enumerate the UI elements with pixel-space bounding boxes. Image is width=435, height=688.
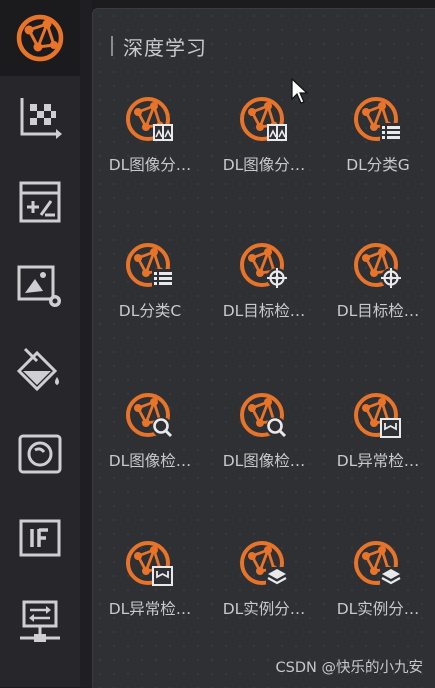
mouse-cursor-icon — [291, 78, 309, 104]
watermark: CSDN @快乐的小九安 — [275, 660, 423, 676]
tool-tile[interactable]: DL图像检… — [93, 391, 207, 511]
rail-paint-bucket[interactable] — [0, 332, 80, 408]
rail-camera[interactable] — [0, 416, 80, 492]
tool-tile-label: DL实例分… — [222, 600, 306, 618]
image-settings-icon — [17, 265, 61, 307]
rail-deep-learning[interactable] — [0, 0, 80, 76]
tool-tile-label: DL分类C — [118, 302, 182, 320]
calculator-icon — [19, 181, 61, 223]
tool-tile[interactable]: DL分类C — [93, 241, 207, 361]
image-deep-learning-icon — [126, 97, 173, 141]
tool-tile[interactable]: DL目标检… — [207, 241, 321, 361]
tool-tile-label: DL异常检… — [336, 452, 420, 470]
tool-tile-label: DL图像检… — [222, 452, 306, 470]
tool-rail — [0, 0, 80, 687]
tool-tile-label: DL图像分… — [222, 156, 306, 174]
layers-deep-learning-icon — [240, 541, 288, 585]
tool-tile-label: DL异常检… — [108, 600, 192, 618]
rail-network-switch[interactable] — [0, 584, 80, 660]
tool-tile-label: DL图像分… — [108, 156, 192, 174]
camera-icon — [18, 434, 62, 474]
if-condition-icon — [19, 519, 61, 557]
tool-tile[interactable]: DL图像分… — [207, 95, 321, 215]
target-deep-learning-icon — [240, 243, 287, 288]
tool-tile[interactable]: DL分类G — [321, 95, 435, 215]
network-switch-icon — [20, 600, 60, 642]
tool-tile[interactable]: DL异常检… — [321, 391, 435, 511]
paint-bucket-icon — [16, 347, 59, 392]
deep-learning-icon — [16, 14, 64, 62]
rail-calculator[interactable] — [0, 164, 80, 240]
header-accent-bar — [111, 36, 113, 56]
search-deep-learning-icon — [240, 393, 287, 438]
panel-header: 深度学习 — [111, 31, 207, 61]
search-deep-learning-icon — [126, 393, 173, 438]
list-deep-learning-icon — [354, 97, 402, 141]
tool-tile-label: DL实例分… — [336, 600, 420, 618]
tool-tile-label: DL目标检… — [336, 302, 420, 320]
rail-scatter-matrix[interactable] — [0, 80, 80, 156]
tool-tile[interactable]: DL实例分… — [321, 539, 435, 659]
tool-tile[interactable]: DL异常检… — [93, 539, 207, 659]
anomaly-deep-learning-icon — [354, 393, 401, 438]
tool-tile[interactable]: DL图像分… — [93, 95, 207, 215]
panel-title: 深度学习 — [123, 35, 207, 60]
tool-tile[interactable]: DL实例分… — [207, 539, 321, 659]
list-deep-learning-icon — [126, 243, 174, 287]
layers-deep-learning-icon — [354, 541, 402, 585]
tool-tile[interactable]: DL图像检… — [207, 391, 321, 511]
tool-tile[interactable]: DL目标检… — [321, 241, 435, 361]
image-deep-learning-icon — [240, 97, 287, 141]
deep-learning-panel: 深度学习 DL图像分… DL图像分… DL分类G DL分类C DL目标检… DL… — [92, 8, 435, 688]
tool-tile-label: DL图像检… — [108, 452, 192, 470]
target-deep-learning-icon — [354, 243, 401, 288]
anomaly-deep-learning-icon — [126, 541, 173, 586]
tool-tile-label: DL分类G — [346, 156, 410, 174]
tool-tile-label: DL目标检… — [222, 302, 306, 320]
rail-divider — [80, 0, 92, 687]
rail-image-settings[interactable] — [0, 248, 80, 324]
scatter-matrix-icon — [20, 98, 62, 139]
rail-if-condition[interactable] — [0, 500, 80, 576]
